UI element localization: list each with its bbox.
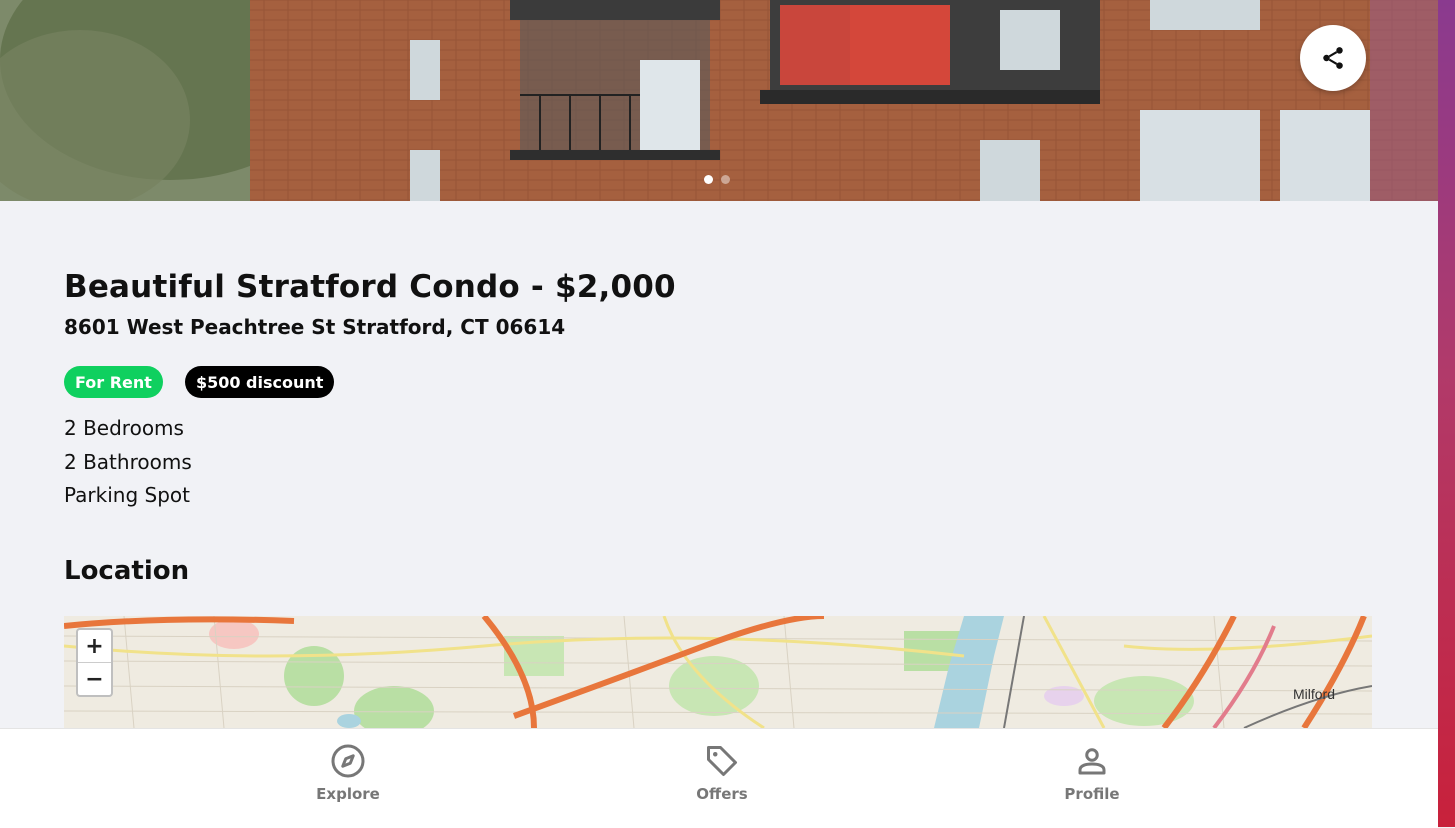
feature-list: 2 Bedrooms 2 Bathrooms Parking Spot — [64, 412, 1374, 513]
discount-badge: $500 discount — [184, 366, 335, 398]
nav-profile[interactable]: Profile — [1012, 743, 1172, 803]
share-icon — [1323, 47, 1343, 69]
for-rent-badge: For Rent — [64, 366, 163, 398]
nav-offers[interactable]: Offers — [642, 743, 802, 803]
nav-explore[interactable]: Explore — [268, 743, 428, 803]
listing-badges: For Rent $500 discount — [64, 366, 1374, 398]
compass-icon — [331, 744, 365, 778]
map-zoom-control: + − — [76, 628, 113, 697]
listing-address: 8601 West Peachtree St Stratford, CT 066… — [64, 315, 566, 339]
side-gradient-strip — [1438, 0, 1455, 827]
zoom-out-button[interactable]: − — [78, 662, 111, 695]
listing-photo[interactable] — [0, 0, 1438, 201]
listing-title: Beautiful Stratford Condo - $2,000 — [64, 269, 676, 305]
share-button[interactable] — [1300, 25, 1366, 91]
feature-parking: Parking Spot — [64, 483, 190, 507]
feature-bathrooms: 2 Bathrooms — [64, 449, 192, 474]
nav-profile-label: Profile — [1064, 785, 1120, 803]
building-photo — [0, 0, 1438, 201]
listing-details: Beautiful Stratford Condo - $2,000 8601 … — [64, 260, 1374, 513]
map-place-label: Milford — [1293, 686, 1336, 702]
map-tiles — [64, 616, 1372, 728]
person-icon — [1078, 748, 1106, 775]
carousel-indicator — [704, 175, 730, 184]
zoom-in-button[interactable]: + — [78, 630, 111, 662]
location-map[interactable]: Milford + − — [64, 616, 1372, 728]
nav-explore-label: Explore — [316, 785, 380, 803]
carousel-dot-1[interactable] — [704, 175, 713, 184]
feature-bedrooms: 2 Bedrooms — [64, 416, 184, 440]
tag-icon — [707, 746, 737, 776]
location-heading: Location — [64, 556, 190, 586]
bottom-navigation: Explore Offers Profile — [0, 728, 1438, 828]
carousel-dot-2[interactable] — [721, 175, 730, 184]
nav-offers-label: Offers — [696, 785, 748, 803]
